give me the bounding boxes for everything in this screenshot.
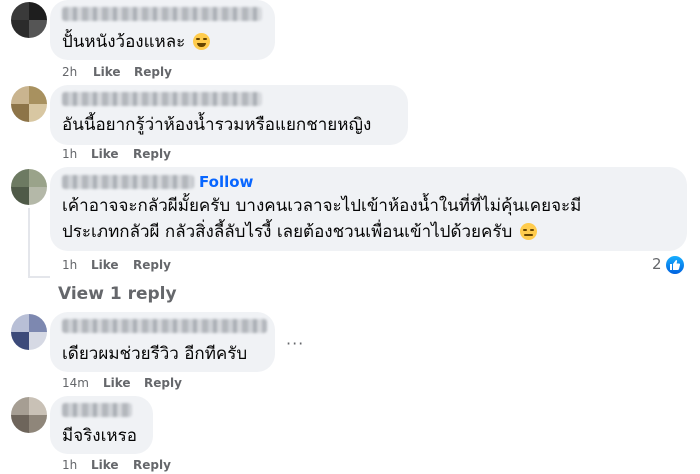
view-replies-link[interactable]: View 1 reply xyxy=(58,284,177,304)
like-button[interactable]: Like xyxy=(91,258,119,272)
comment-time[interactable]: 1h xyxy=(62,458,77,472)
reaction-count[interactable]: 2 xyxy=(652,255,662,273)
disappointed-relieved-emoji xyxy=(519,223,537,240)
avatar[interactable] xyxy=(11,86,47,122)
comment-text-row: ปั้นหนังว้องแหละ xyxy=(62,30,210,54)
commenter-name[interactable] xyxy=(62,403,132,417)
commenter-name[interactable] xyxy=(62,319,267,333)
comment-bubble: เดียวผมช่วยรีวิว อีกทีครับ xyxy=(50,312,275,372)
comment-text: มีจริงเหรอ xyxy=(62,426,137,446)
comment-text: อันนี้อยากรู้ว่าห้องน้ำรวมหรือแยกชายหญิง xyxy=(62,115,372,135)
commenter-name[interactable] xyxy=(62,7,262,21)
like-button[interactable]: Like xyxy=(91,147,119,161)
comment-actions: 1h Like Reply xyxy=(62,258,212,272)
comment-actions: 1h Like Reply xyxy=(62,147,212,161)
comment-actions: 1h Like Reply xyxy=(62,458,212,472)
comment-bubble: มีจริงเหรอ xyxy=(50,396,153,454)
grinning-sweat-emoji xyxy=(192,33,210,50)
comment-time[interactable]: 2h xyxy=(62,65,77,79)
avatar[interactable] xyxy=(11,397,47,433)
comment-bubble: อันนี้อยากรู้ว่าห้องน้ำรวมหรือแยกชายหญิง xyxy=(50,85,408,145)
commenter-name[interactable] xyxy=(62,92,262,106)
comment-bubble: Follow เค้าอาจจะกลัวผีมั้ยครับ บางคนเวลา… xyxy=(50,167,687,251)
comment-bubble: ปั้นหนังว้องแหละ xyxy=(50,0,275,60)
reply-button[interactable]: Reply xyxy=(134,65,172,79)
reply-thread-line xyxy=(28,276,50,278)
like-button[interactable]: Like xyxy=(93,65,121,79)
reply-button[interactable]: Reply xyxy=(133,258,171,272)
comment-text-row: ประเภทกลัวผี กลัวสิ่งลี้ลับไรงี้ เลยต้อง… xyxy=(62,220,537,244)
comment-time[interactable]: 14m xyxy=(62,376,89,390)
avatar[interactable] xyxy=(11,314,47,350)
comment-text-line-1: เค้าอาจจะกลัวผีมั้ยครับ บางคนเวลาจะไปเข้… xyxy=(62,196,582,216)
like-button[interactable]: Like xyxy=(91,458,119,472)
reply-thread-line xyxy=(28,208,30,278)
commenter-name[interactable] xyxy=(62,175,194,189)
reply-button[interactable]: Reply xyxy=(133,147,171,161)
like-button[interactable]: Like xyxy=(103,376,131,390)
avatar[interactable] xyxy=(11,2,47,38)
reply-button[interactable]: Reply xyxy=(133,458,171,472)
avatar[interactable] xyxy=(11,169,47,205)
comment-text: ปั้นหนังว้องแหละ xyxy=(62,32,186,52)
like-reaction-icon[interactable] xyxy=(664,254,686,276)
comment-text-line-2: ประเภทกลัวผี กลัวสิ่งลี้ลับไรงี้ เลยต้อง… xyxy=(62,222,513,242)
follow-button[interactable]: Follow xyxy=(199,173,253,191)
comment-actions: 14m Like Reply xyxy=(62,376,212,390)
reply-button[interactable]: Reply xyxy=(144,376,182,390)
comment-actions: 2h Like Reply xyxy=(62,65,212,79)
more-options-icon[interactable]: ··· xyxy=(286,334,304,353)
comment-text: เดียวผมช่วยรีวิว อีกทีครับ xyxy=(62,344,248,364)
comment-time[interactable]: 1h xyxy=(62,147,77,161)
comment-time[interactable]: 1h xyxy=(62,258,77,272)
